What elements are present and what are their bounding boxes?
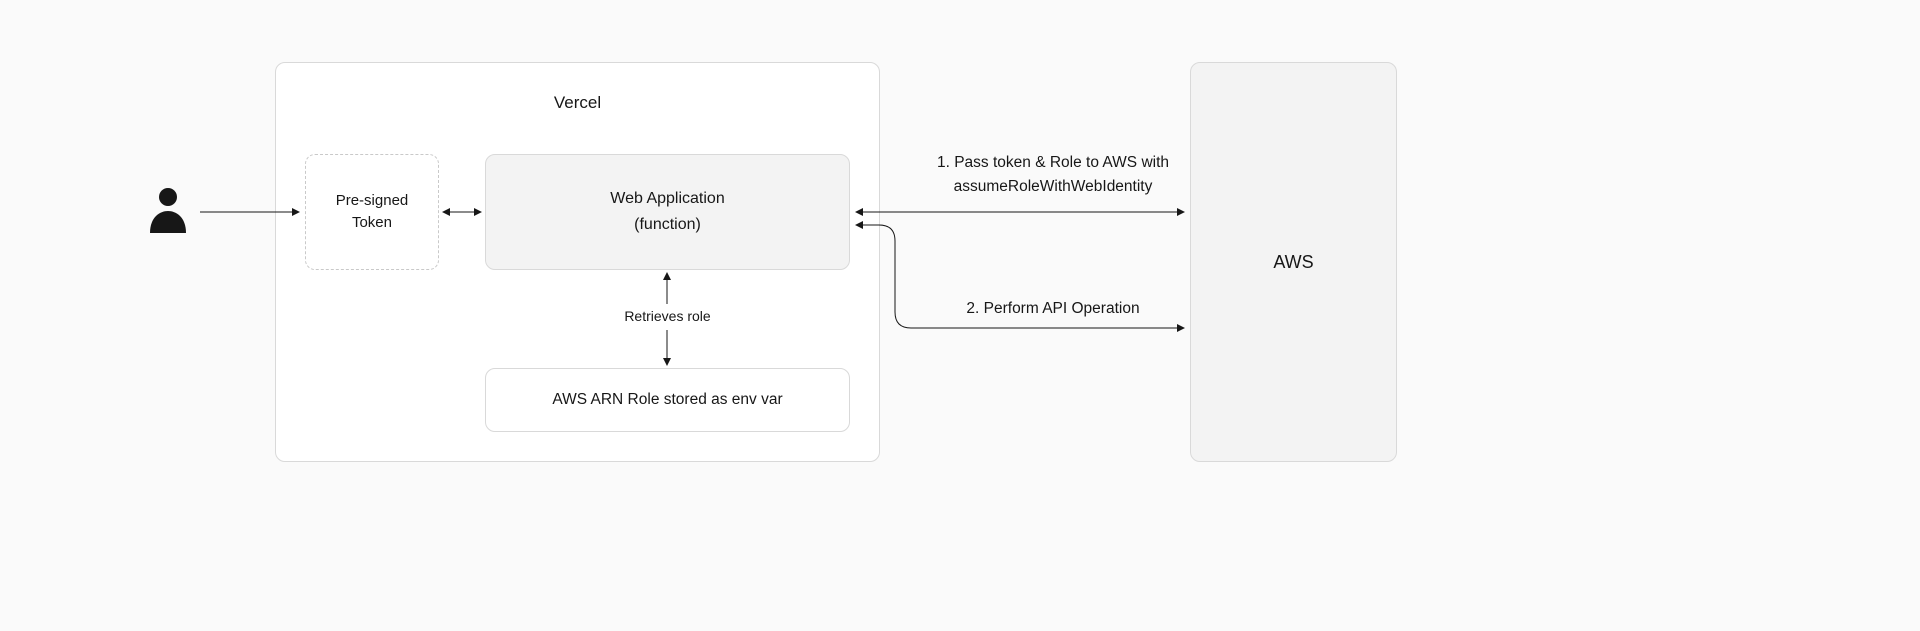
token-line1: Pre-signed [336,192,409,209]
vercel-title: Vercel [276,93,879,113]
retrieves-role-label: Retrieves role [485,308,850,324]
arrow-webapp-arn-bottom [659,330,675,366]
diagram-canvas: Vercel Pre-signed Token Web Application … [0,0,1920,631]
arrow-person-to-token [200,205,305,219]
aws-arn-role-box: AWS ARN Role stored as env var [485,368,850,432]
aws-container: AWS [1190,62,1397,462]
step1-line1: 1. Pass token & Role to AWS with [937,154,1169,171]
token-line2: Token [352,214,392,231]
step-1-label: 1. Pass token & Role to AWS with assumeR… [930,151,1176,199]
arrow-step1 [855,205,1185,219]
aws-title: AWS [1273,252,1313,273]
step1-line2: assumeRoleWithWebIdentity [954,178,1153,195]
web-application-box: Web Application (function) [485,154,850,270]
webapp-line2: (function) [634,216,701,233]
arrow-token-webapp [442,205,482,219]
presigned-token-box: Pre-signed Token [305,154,439,270]
arrow-webapp-arn-top [659,272,675,304]
webapp-line1: Web Application [610,190,724,207]
person-icon [148,187,188,233]
arrow-step2 [855,218,1185,338]
arn-label: AWS ARN Role stored as env var [552,391,782,409]
